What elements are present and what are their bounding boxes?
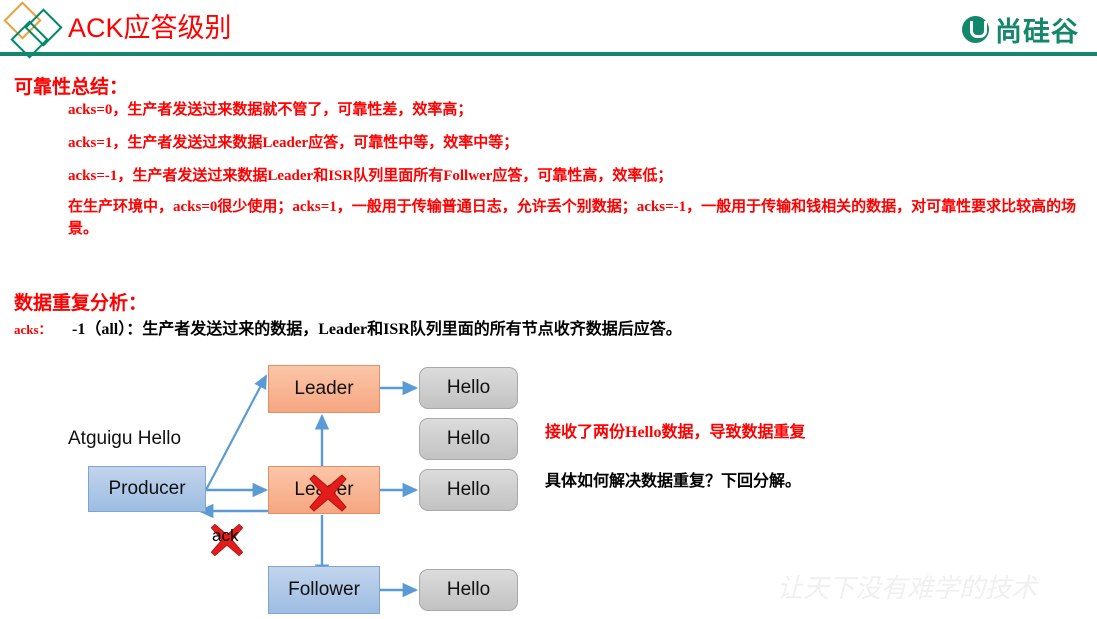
atguigu-u-icon xyxy=(962,15,989,43)
message-hello-2[interactable]: Hello xyxy=(419,418,518,460)
brand-name: 尚硅谷 xyxy=(995,16,1079,47)
arrow-producer-to-leader-top xyxy=(205,374,267,491)
node-follower[interactable]: Follower xyxy=(268,566,380,614)
slide-watermark: 让天下没有难学的技术 xyxy=(776,574,1037,603)
slide-header: ACK应答级别 尚硅谷 xyxy=(0,0,1097,59)
note-duplicate-warning: 接收了两份Hello数据，导致数据重复 xyxy=(545,424,806,441)
brand-logo: 尚硅谷 xyxy=(962,10,1079,48)
reliability-line-4: 在生产环境中，acks=0很少使用；acks=1，一般用于传输普通日志，允许丢个… xyxy=(68,199,1077,237)
reliability-line-2: acks=1，生产者发送过来数据Leader应答，可靠性中等，效率中等； xyxy=(68,135,519,151)
node-leader-top[interactable]: Leader xyxy=(268,365,380,413)
reliability-heading: 可靠性总结： xyxy=(14,77,129,98)
reliability-line-3: acks=-1，生产者发送过来数据Leader和ISR队列里面所有Follwer… xyxy=(68,168,673,184)
page-title: ACK应答级别 xyxy=(68,13,232,43)
diamond-logo-icon xyxy=(3,1,68,59)
x-mark-on-leader-icon xyxy=(309,474,347,512)
node-producer[interactable]: Producer xyxy=(88,466,206,512)
acks-label: acks： xyxy=(14,322,52,337)
reliability-line-1: acks=0，生产者发送过来数据就不管了，可靠性差，效率高； xyxy=(68,102,473,118)
message-hello-4[interactable]: Hello xyxy=(419,569,518,611)
slide-root: ACK应答级别 尚硅谷 可靠性总结： acks=0，生产者发送过来数据就不管了，… xyxy=(0,0,1097,619)
acks-value: -1（all）：生产者发送过来的数据，Leader和ISR队列里面的所有节点收齐… xyxy=(72,321,682,338)
message-hello-1[interactable]: Hello xyxy=(419,367,518,409)
duplication-heading: 数据重复分析： xyxy=(14,293,148,314)
message-hello-3[interactable]: Hello xyxy=(419,469,518,511)
producer-input-label: Atguigu Hello xyxy=(68,428,182,449)
header-divider xyxy=(0,52,1097,56)
ack-label: ack xyxy=(212,526,239,545)
note-next-topic: 具体如何解决数据重复？下回分解。 xyxy=(545,473,802,490)
